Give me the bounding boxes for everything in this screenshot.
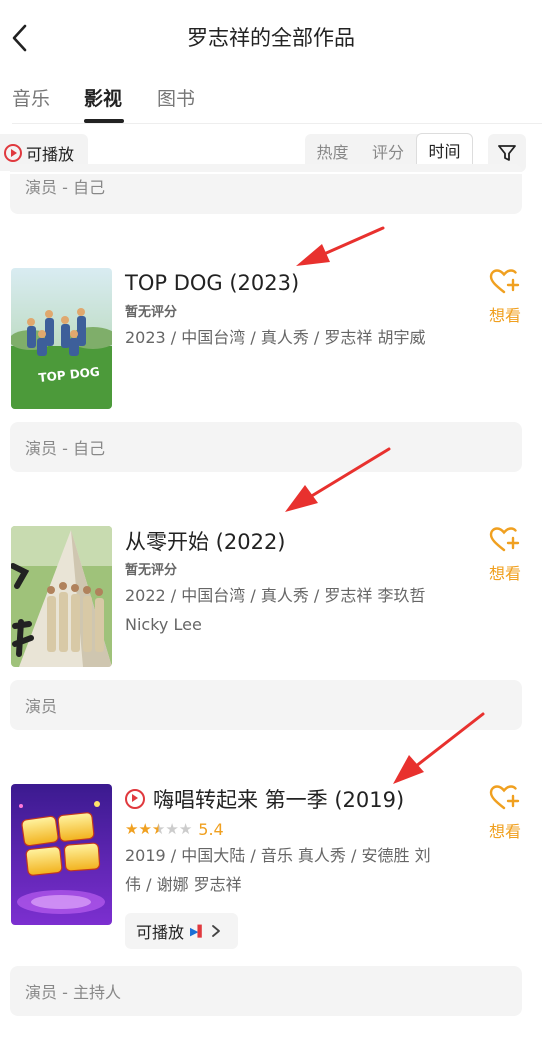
star-full-icon: ★ xyxy=(138,819,152,838)
scroll-mask xyxy=(0,172,542,174)
tab-music[interactable]: 音乐 xyxy=(12,84,50,111)
tab-film-tv[interactable]: 影视 xyxy=(84,84,122,111)
heart-plus-icon xyxy=(489,269,520,294)
category-tabs: 音乐 影视 图书 xyxy=(0,78,542,124)
play-chip-label: 可播放 xyxy=(136,923,185,942)
role-bar: 演员 - 主持人 xyxy=(10,966,522,1016)
star-full-icon: ★ xyxy=(125,819,139,838)
work-meta: 2019 / 中国大陆 / 音乐 真人秀 / 安德胜 刘伟 / 谢娜 罗志祥 xyxy=(125,846,431,894)
play-circle-icon xyxy=(4,143,22,162)
annotation-arrow xyxy=(296,226,385,266)
work-info: TOP DOG (2023) 暂无评分 2023 / 中国台湾 / 真人秀 / … xyxy=(125,268,470,352)
funnel-icon xyxy=(498,145,516,161)
star-empty-icon: ★ xyxy=(178,819,193,838)
work-title[interactable]: 从零开始 (2022) xyxy=(125,526,470,556)
divider xyxy=(12,123,542,124)
heart-plus-icon xyxy=(489,785,520,810)
star-empty-icon: ★ xyxy=(165,819,179,838)
work-meta: 2023 / 中国台湾 / 真人秀 / 罗志祥 胡宇威 xyxy=(125,328,426,347)
work-info: 嗨唱转起来 第一季 (2019) ★ ★ ★ ★ ★ 5.4 2019 / 中国… xyxy=(125,784,470,949)
work-meta: 2022 / 中国台湾 / 真人秀 / 罗志祥 李玖哲 Nicky Lee xyxy=(125,586,426,634)
rating-status: 暂无评分 xyxy=(125,305,178,320)
role-bar: 演员 xyxy=(10,680,522,730)
want-to-watch-button[interactable]: 想看 xyxy=(485,784,525,842)
star-rating: ★ ★ ★ ★ ★ xyxy=(125,819,193,838)
star-half-icon: ★ xyxy=(151,819,166,838)
want-label: 想看 xyxy=(488,564,521,583)
rating-score: 5.4 xyxy=(198,819,224,839)
work-item[interactable]: TOP DOG TOP DOG (2023) 暂无评分 2023 / 中国台湾 … xyxy=(0,268,542,413)
poster-image[interactable]: TOP DOG xyxy=(11,268,112,409)
mango-tv-logo-icon: ▶▌ xyxy=(190,924,206,938)
want-to-watch-button[interactable]: 想看 xyxy=(485,268,525,326)
want-to-watch-button[interactable]: 想看 xyxy=(485,526,525,584)
poster-image[interactable] xyxy=(11,784,112,925)
rating: ★ ★ ★ ★ ★ 5.4 xyxy=(125,817,470,841)
work-item[interactable]: 从零开始 (2022) 暂无评分 2022 / 中国台湾 / 真人秀 / 罗志祥… xyxy=(0,526,542,671)
role-bar: 演员 - 自己 xyxy=(10,422,522,472)
rating-status: 暂无评分 xyxy=(125,563,178,578)
heart-plus-icon xyxy=(489,527,520,552)
chevron-right-icon xyxy=(212,925,220,937)
work-item[interactable]: 嗨唱转起来 第一季 (2019) ★ ★ ★ ★ ★ 5.4 2019 / 中国… xyxy=(0,784,542,959)
play-circle-icon xyxy=(125,789,145,809)
work-info: 从零开始 (2022) 暂无评分 2022 / 中国台湾 / 真人秀 / 罗志祥… xyxy=(125,526,470,639)
want-label: 想看 xyxy=(488,306,521,325)
playable-filter-label: 可播放 xyxy=(26,144,75,164)
header: 罗志祥的全部作品 xyxy=(0,0,542,76)
work-title-text: 嗨唱转起来 第一季 (2019) xyxy=(153,788,405,812)
poster-image[interactable] xyxy=(11,526,112,667)
want-label: 想看 xyxy=(488,822,521,841)
play-sources-button[interactable]: 可播放 ▶▌ xyxy=(125,913,238,949)
page-title: 罗志祥的全部作品 xyxy=(187,26,355,50)
work-title[interactable]: TOP DOG (2023) xyxy=(125,268,470,298)
work-title[interactable]: 嗨唱转起来 第一季 (2019) xyxy=(125,784,470,814)
tab-books[interactable]: 图书 xyxy=(157,84,195,111)
